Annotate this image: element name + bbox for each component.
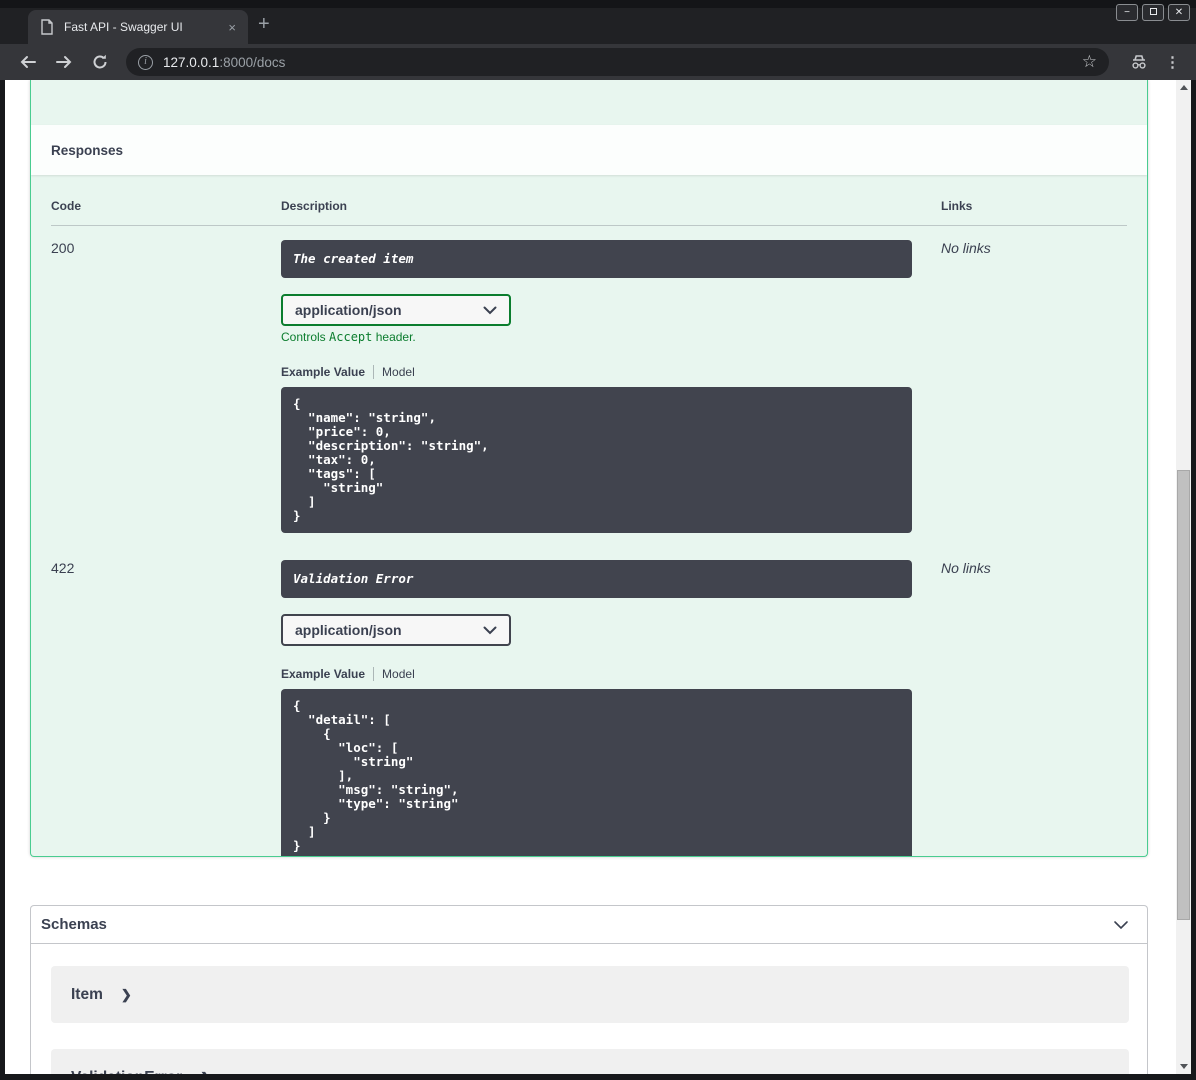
example-json-box: { "name": "string", "price": 0, "descrip… [281,387,912,533]
chevron-down-icon[interactable] [1111,915,1131,935]
url-text: 127.0.0.1:8000/docs [163,55,1080,70]
controls-accept-hint: Controls Accept header. [281,330,416,344]
tab-title: Fast API - Swagger UI [64,20,183,34]
response-description-box: The created item [281,240,912,278]
site-info-icon[interactable]: i [138,54,153,70]
example-model-tabs: Example Value Model [281,666,941,681]
model-name: ValidationError [71,1069,182,1075]
response-code: 422 [51,560,75,576]
scrollbar-down-arrow[interactable] [1176,1059,1191,1074]
forward-button[interactable] [52,50,76,74]
page-viewport: Responses Code Description Links 200 The… [5,80,1191,1074]
response-description-box: Validation Error [281,560,912,598]
response-description-text: The created item [293,251,414,266]
media-type-value: application/json [295,622,402,638]
responses-title: Responses [51,142,124,158]
schemas-section: Schemas Item ❯ ValidationError ❯ [30,905,1148,1074]
chevron-right-icon[interactable]: ❯ [121,987,132,1003]
browser-tab[interactable]: Fast API - Swagger UI × [28,10,248,44]
col-header-code: Code [51,199,81,213]
responses-table-head: Code Description Links [51,199,1127,226]
schemas-title: Schemas [41,916,107,933]
scrollbar-up-arrow[interactable] [1176,80,1191,95]
tab-example-value[interactable]: Example Value [281,667,365,681]
url-bar[interactable]: i 127.0.0.1:8000/docs ☆ [126,48,1109,76]
example-json-box: { "detail": [ { "loc": [ "string" ], "ms… [281,689,912,856]
opblock-spacer [31,80,1147,125]
model-item[interactable]: Item ❯ [51,966,1129,1023]
scrollbar-thumb[interactable] [1177,470,1190,920]
maximize-icon [1149,8,1157,15]
model-name: Item [71,985,103,1003]
vertical-scrollbar[interactable] [1176,80,1191,1074]
forward-arrow-icon [56,56,72,68]
new-tab-button[interactable]: + [258,14,270,34]
model-validationerror[interactable]: ValidationError ❯ [51,1049,1129,1074]
responses-table: Code Description Links 200 The created i… [31,175,1147,856]
browser-toolbar: i 127.0.0.1:8000/docs ☆ ⋮ [0,44,1196,80]
example-json-text: { "name": "string", "price": 0, "descrip… [293,396,489,523]
browser-titlebar: − ✕ Fast API - Swagger UI × + [0,0,1196,44]
example-json-text: { "detail": [ { "loc": [ "string" ], "ms… [293,698,459,853]
reload-icon [93,54,107,69]
back-button[interactable] [16,50,40,74]
chevron-down-icon [483,306,497,314]
responses-section-header: Responses [31,125,1147,175]
url-path: :8000/docs [219,54,286,70]
maximize-button[interactable] [1142,4,1164,21]
media-type-select-422[interactable]: application/json [281,614,511,646]
response-description-text: Validation Error [293,571,414,586]
back-arrow-icon [20,56,36,68]
chevron-down-icon [483,626,497,634]
chevron-right-icon[interactable]: ❯ [200,1070,211,1075]
example-model-tabs: Example Value Model [281,364,941,379]
url-host: 127.0.0.1 [163,54,220,70]
col-header-description: Description [281,199,348,213]
tab-close-icon[interactable]: × [224,18,240,37]
media-type-select-200[interactable]: application/json [281,294,511,326]
incognito-badge-icon [1129,54,1149,70]
tab-model[interactable]: Model [382,667,415,681]
response-row-422: 422 Validation Error application/json Ex… [51,546,1127,856]
schemas-body: Item ❯ ValidationError ❯ [31,944,1147,1074]
close-window-button[interactable]: ✕ [1168,4,1190,21]
response-row-200: 200 The created item application/json Co… [51,226,1127,546]
tab-example-value[interactable]: Example Value [281,365,365,379]
media-type-value: application/json [295,302,402,318]
schemas-header[interactable]: Schemas [31,906,1147,944]
titlebar-top-strip [0,0,1196,8]
tab-divider [373,666,375,681]
window-controls: − ✕ [1116,4,1190,21]
col-header-links: Links [941,199,973,213]
tab-divider [373,364,375,379]
links-value: No links [941,240,991,256]
page-favicon-icon [41,19,53,35]
browser-menu-button[interactable]: ⋮ [1165,53,1180,71]
bookmark-star-icon[interactable]: ☆ [1080,52,1099,72]
reload-button[interactable] [88,50,112,74]
tab-model[interactable]: Model [382,365,415,379]
links-value: No links [941,560,991,576]
opblock-post-body: Responses Code Description Links 200 The… [30,80,1148,857]
response-code: 200 [51,240,75,256]
minimize-button[interactable]: − [1116,4,1138,21]
